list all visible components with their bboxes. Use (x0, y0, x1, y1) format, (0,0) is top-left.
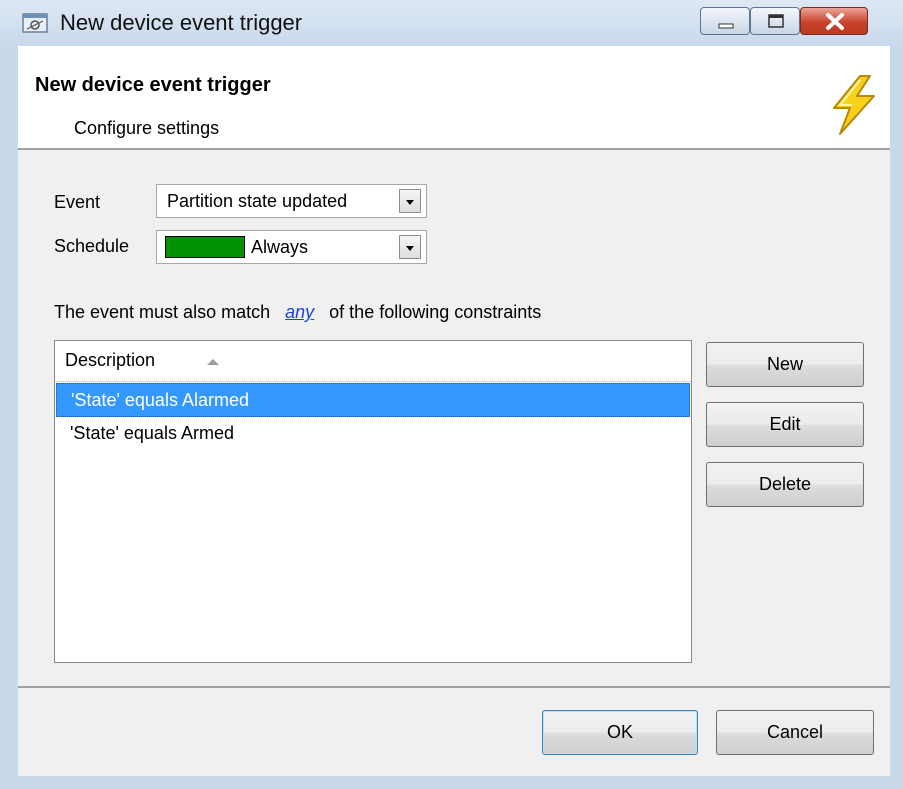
chevron-down-icon (406, 200, 414, 205)
settings-panel: Event Partition state updated Schedule A… (18, 150, 890, 686)
event-dropdown-arrow[interactable] (399, 189, 421, 213)
maximize-button[interactable] (750, 7, 800, 35)
sort-ascending-icon (207, 359, 219, 365)
delete-button[interactable]: Delete (706, 462, 864, 507)
constraints-prefix: The event must also match (54, 302, 271, 322)
title-bar[interactable]: New device event trigger (0, 0, 903, 46)
list-item-text: 'State' equals Armed (70, 423, 234, 443)
event-label: Event (54, 192, 101, 212)
cancel-button[interactable]: Cancel (716, 710, 874, 755)
close-button[interactable] (800, 7, 868, 35)
lightning-bolt-icon (833, 75, 875, 135)
app-window-icon (22, 13, 48, 33)
constraints-description: The event must also match any of the fol… (54, 302, 541, 323)
new-button[interactable]: New (706, 342, 864, 387)
column-header-label: Description (65, 350, 156, 370)
window-title: New device event trigger (60, 10, 303, 35)
wizard-header: New device event trigger Configure setti… (18, 46, 890, 148)
constraints-list[interactable]: Description 'State' equals Alarmed 'Stat… (54, 340, 692, 663)
header-title: New device event trigger (35, 74, 271, 96)
schedule-dropdown-arrow[interactable] (399, 235, 421, 259)
edit-button[interactable]: Edit (706, 402, 864, 447)
close-icon (826, 13, 844, 30)
event-dropdown[interactable]: Partition state updated (156, 184, 427, 218)
schedule-dropdown[interactable]: Always (156, 230, 427, 264)
window-frame-left (0, 46, 18, 789)
list-item[interactable]: 'State' equals Alarmed (56, 383, 690, 417)
header-subtitle: Configure settings (74, 118, 220, 138)
chevron-down-icon (406, 246, 414, 251)
list-item[interactable]: 'State' equals Armed (56, 417, 690, 451)
dialog-window: New device event trigger New device even… (0, 0, 903, 789)
minimize-icon (718, 23, 734, 29)
event-value: Partition state updated (167, 191, 348, 211)
window-frame-bottom (0, 776, 903, 789)
maximize-icon (768, 14, 784, 28)
minimize-button[interactable] (700, 7, 750, 35)
ok-button[interactable]: OK (542, 710, 698, 755)
dialog-footer: OK Cancel (18, 688, 890, 776)
constraints-suffix: of the following constraints (329, 302, 542, 322)
column-header-description[interactable]: Description (55, 341, 691, 382)
match-mode-link[interactable]: any (285, 302, 314, 322)
schedule-color-swatch (165, 236, 245, 258)
schedule-value: Always (251, 237, 309, 257)
schedule-label: Schedule (54, 236, 130, 256)
window-frame-right (890, 46, 903, 789)
list-item-text: 'State' equals Alarmed (71, 390, 249, 410)
